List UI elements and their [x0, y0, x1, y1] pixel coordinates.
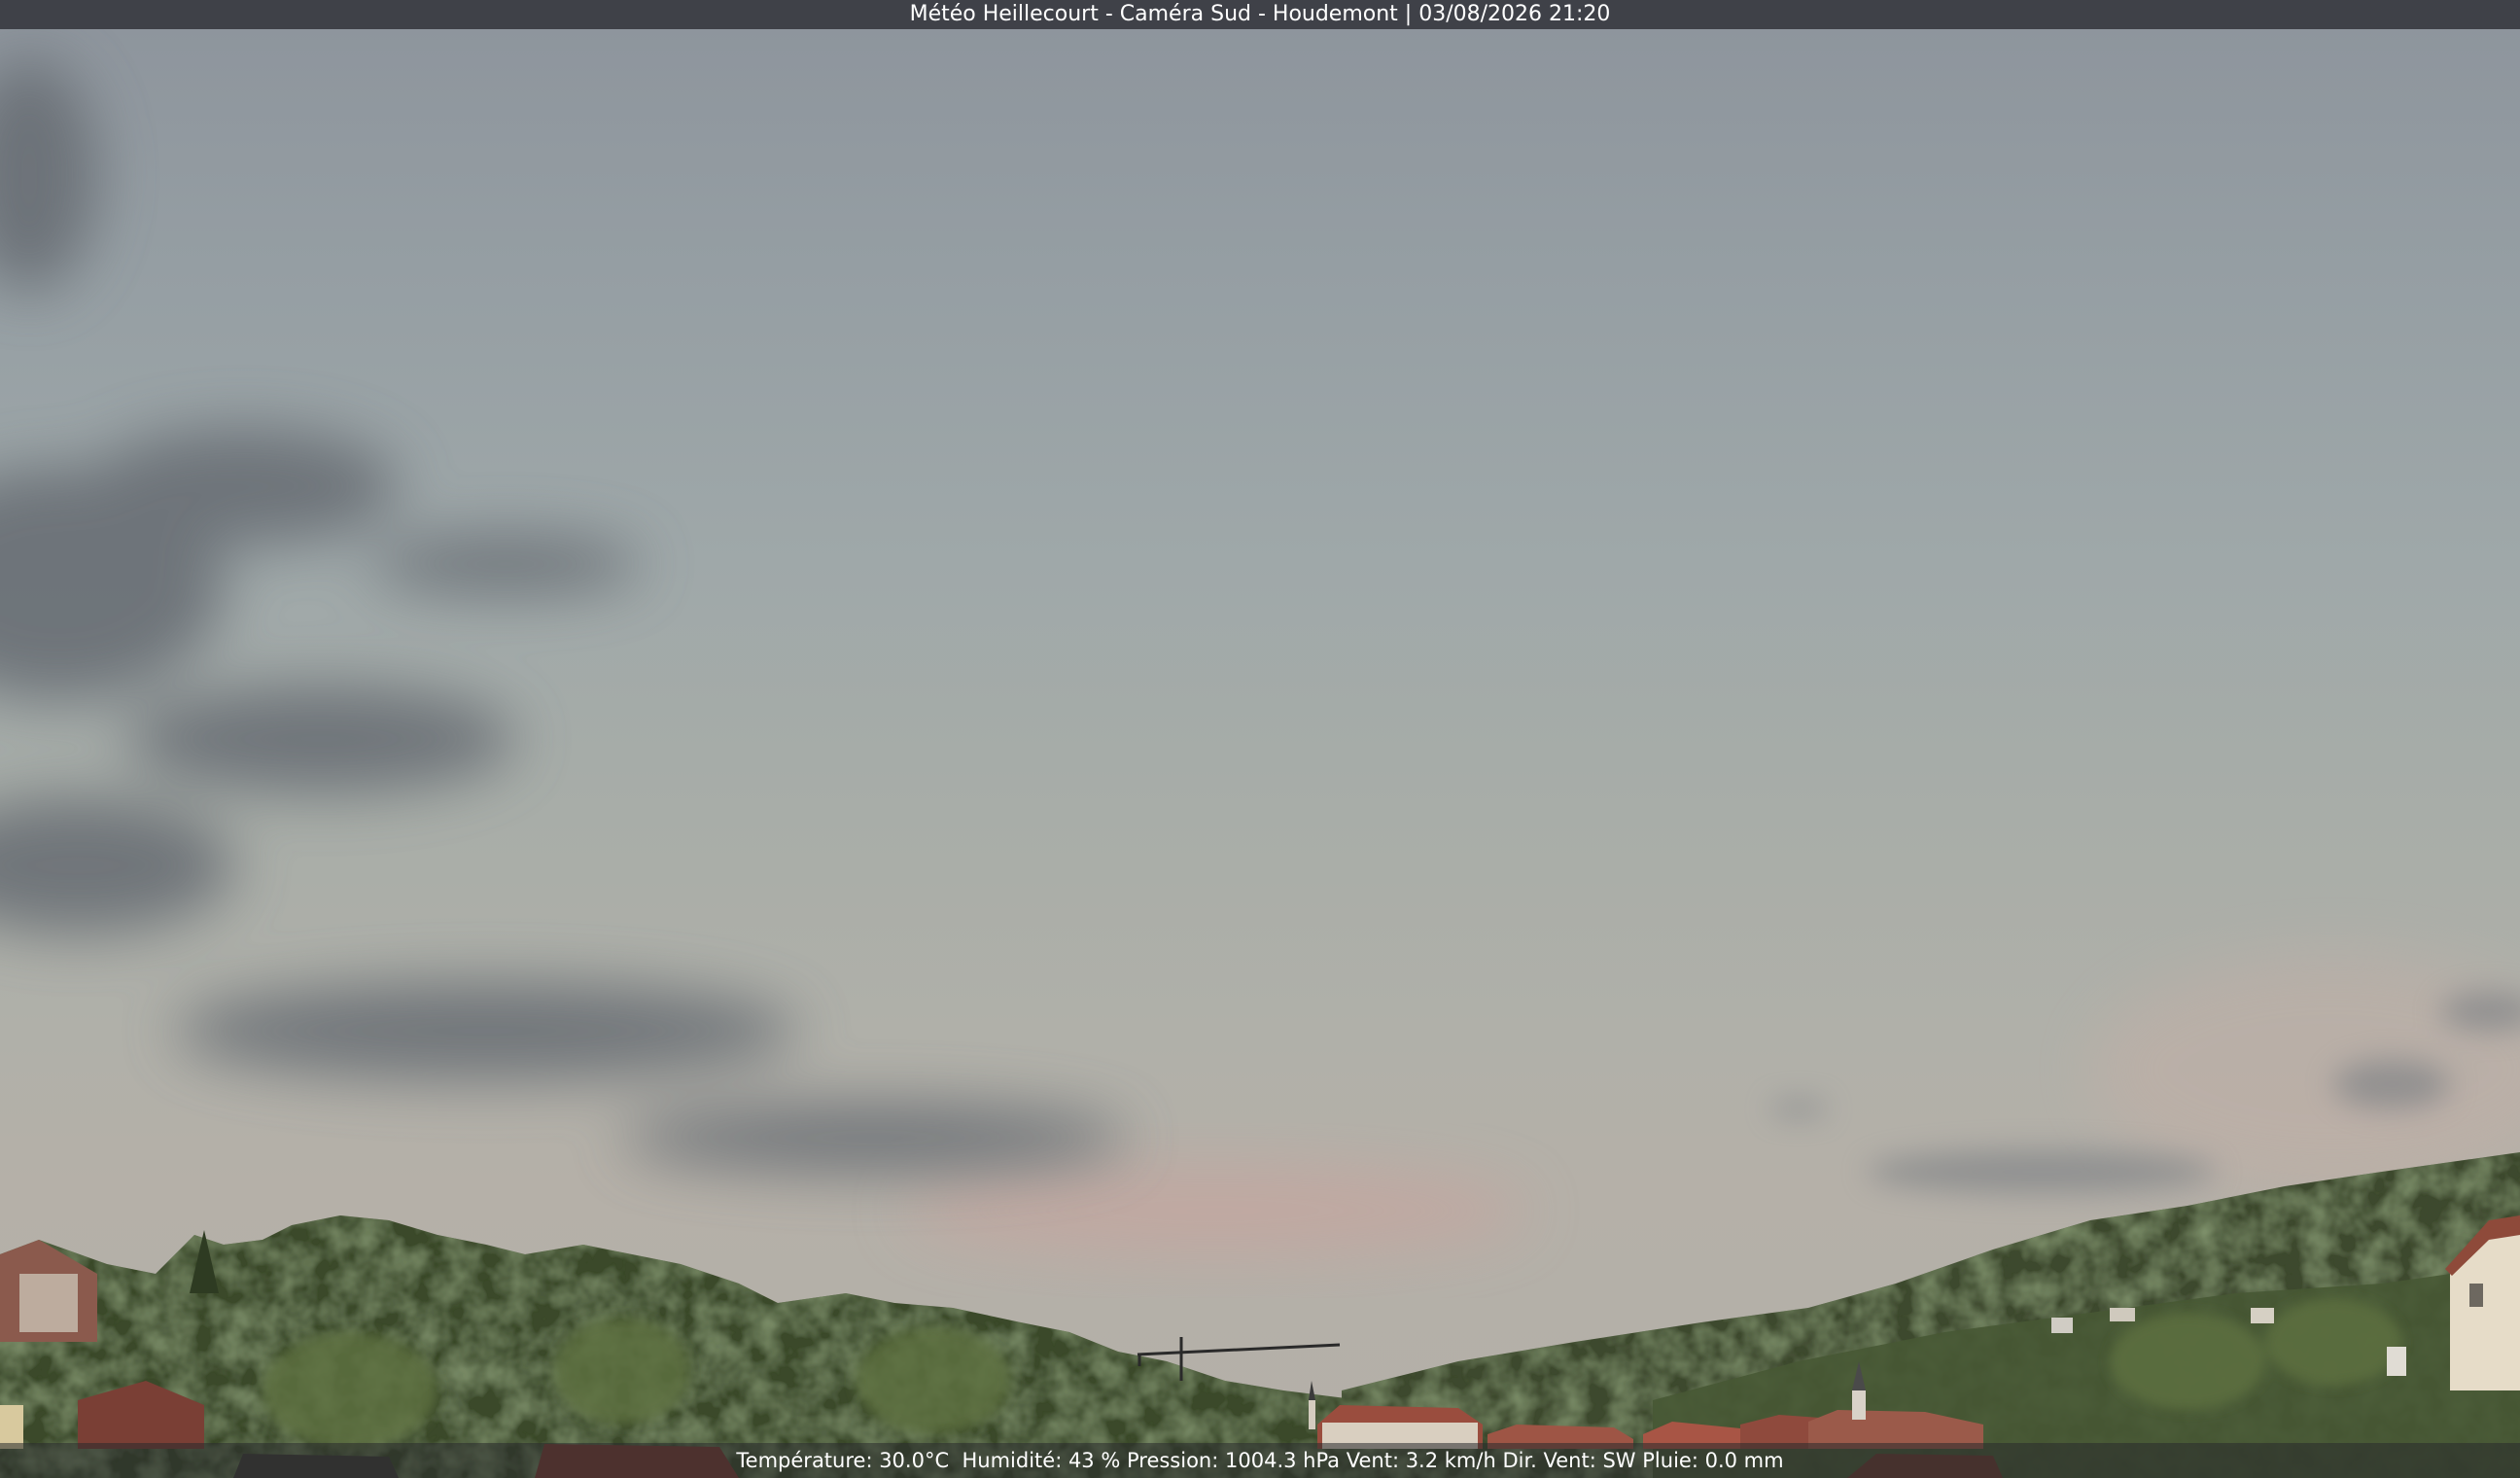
clouds [0, 58, 1128, 1172]
temperature-reading: Température: 30.0°C [736, 1449, 950, 1472]
wind-direction-reading: Dir. Vent: SW [1502, 1449, 1636, 1472]
humidity-reading: Humidité: 43 % [962, 1449, 1121, 1472]
camera-title-bar: Météo Heillecourt - Caméra Sud - Houdemo… [0, 0, 2520, 29]
camera-title: Météo Heillecourt - Caméra Sud - Houdemo… [909, 2, 1611, 26]
pressure-reading: Pression: 1004.3 hPa [1126, 1449, 1341, 1472]
landscape-scene [0, 58, 2520, 1478]
wind-speed-reading: Vent: 3.2 km/h [1346, 1449, 1496, 1472]
weather-info-bar: Température: 30.0°C Humidité: 43 % Press… [0, 1443, 2520, 1478]
sunset-glow [904, 1167, 1526, 1254]
webcam-frame: Météo Heillecourt - Caméra Sud - Houdemo… [0, 0, 2520, 1478]
rain-reading: Pluie: 0.0 mm [1642, 1449, 1784, 1472]
